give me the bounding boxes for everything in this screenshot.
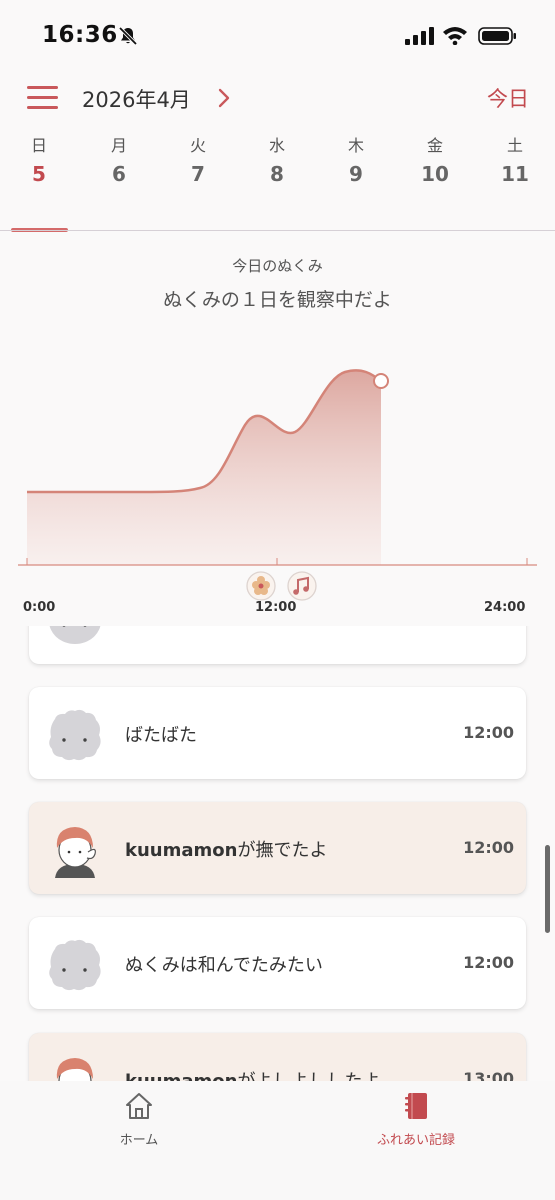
day-of-week: 土 bbox=[506, 136, 523, 155]
day-of-week: 水 bbox=[268, 136, 285, 155]
x-axis-label-start: 0:00 bbox=[23, 600, 56, 615]
day-of-week: 金 bbox=[426, 136, 443, 155]
nav-records[interactable]: ふれあい記録 bbox=[368, 1091, 464, 1148]
status-time: 16:36 bbox=[42, 22, 118, 48]
day-number: 10 bbox=[421, 162, 449, 186]
x-axis-label-mid: 12:00 bbox=[255, 600, 297, 615]
fluffy-creature-icon bbox=[49, 626, 101, 644]
timeline-card-human[interactable]: kuumamonがよしよししたよ 13:00 bbox=[29, 1033, 526, 1081]
day-number: 11 bbox=[501, 162, 529, 186]
day-sunday[interactable]: 日 5 bbox=[9, 132, 69, 186]
nav-label: ふれあい記録 bbox=[376, 1133, 455, 1148]
graph-title: ぬくみの１日を観察中だよ bbox=[163, 289, 392, 311]
day-number: 7 bbox=[191, 162, 205, 186]
day-of-week: 火 bbox=[189, 136, 206, 155]
timeline-text: kuumamonが撫でたよ bbox=[125, 836, 327, 862]
graph-subtitle: 今日のぬくみ bbox=[232, 257, 323, 275]
hamburger-menu-icon[interactable] bbox=[27, 86, 58, 110]
user-name: kuumamon bbox=[125, 840, 238, 861]
app-screen: 16:36 2026年4月 今日 日 5 月 6 火 7 水 8 木 9 金 1… bbox=[0, 0, 555, 1200]
music-note-icon bbox=[287, 571, 317, 601]
timeline-time: 12:00 bbox=[463, 953, 514, 972]
day-of-week: 木 bbox=[347, 136, 364, 155]
day-thursday[interactable]: 木 9 bbox=[326, 132, 386, 186]
timeline-text: ばたばた bbox=[125, 725, 197, 746]
app-header: 2026年4月 今日 bbox=[0, 78, 555, 122]
week-strip: 日 5 月 6 火 7 水 8 木 9 金 10 土 11 bbox=[0, 132, 555, 232]
status-bar: 16:36 bbox=[0, 0, 555, 70]
home-icon bbox=[126, 1093, 152, 1119]
user-avatar-icon bbox=[56, 1058, 93, 1081]
timeline-time: 12:00 bbox=[463, 838, 514, 857]
day-number: 6 bbox=[112, 162, 126, 186]
day-saturday[interactable]: 土 11 bbox=[485, 132, 545, 186]
user-avatar-icon bbox=[55, 827, 96, 878]
day-number: 5 bbox=[32, 162, 46, 186]
timeline-time: 12:00 bbox=[463, 723, 514, 742]
fluffy-creature-icon bbox=[49, 709, 101, 761]
day-friday[interactable]: 金 10 bbox=[405, 132, 465, 186]
timeline-text: ぬくみは和んでたみたい bbox=[125, 955, 323, 976]
month-title: 2026年4月 bbox=[82, 88, 191, 112]
x-axis-label-end: 24:00 bbox=[484, 600, 526, 615]
day-wednesday[interactable]: 水 8 bbox=[247, 132, 307, 186]
battery-icon bbox=[478, 27, 516, 45]
timeline-card-human[interactable]: kuumamonが撫でたよ 12:00 bbox=[29, 802, 526, 894]
graph-area bbox=[27, 370, 381, 565]
flower-icon bbox=[246, 571, 276, 601]
day-of-week: 月 bbox=[110, 136, 127, 155]
action-text: がよしよししたよ bbox=[237, 1071, 380, 1081]
day-of-week: 日 bbox=[30, 136, 47, 155]
fluffy-creature-icon bbox=[49, 939, 101, 991]
bell-muted-icon bbox=[118, 26, 138, 46]
day-number: 9 bbox=[349, 162, 363, 186]
divider bbox=[0, 230, 555, 231]
user-name: kuumamon bbox=[125, 1071, 237, 1081]
timeline-card[interactable] bbox=[29, 626, 526, 664]
today-button[interactable]: 今日 bbox=[487, 83, 529, 113]
timeline-time: 13:00 bbox=[463, 1069, 514, 1081]
timeline-text: kuumamonがよしよししたよ bbox=[125, 1067, 381, 1081]
current-point bbox=[373, 373, 389, 389]
bottom-navigation: ホーム ふれあい記録 bbox=[0, 1081, 555, 1200]
nav-home[interactable]: ホーム bbox=[108, 1091, 170, 1148]
warmth-graph bbox=[18, 369, 537, 601]
timeline-list[interactable]: ばたばた 12:00 kuumamonが撫でたよ 12:00 ぬくみは和んでたみ… bbox=[0, 626, 555, 1081]
day-tuesday[interactable]: 火 7 bbox=[168, 132, 228, 186]
notebook-icon bbox=[405, 1093, 427, 1119]
timeline-card[interactable]: ばたばた 12:00 bbox=[29, 687, 526, 779]
day-monday[interactable]: 月 6 bbox=[89, 132, 149, 186]
day-number: 8 bbox=[270, 162, 284, 186]
action-text: が撫でたよ bbox=[237, 840, 328, 861]
nav-label: ホーム bbox=[119, 1133, 159, 1148]
wifi-icon bbox=[443, 27, 467, 45]
timeline-card[interactable]: ぬくみは和んでたみたい 12:00 bbox=[29, 917, 526, 1009]
chevron-right-icon[interactable] bbox=[214, 86, 234, 110]
cellular-signal-icon bbox=[405, 27, 434, 45]
scrollbar-thumb[interactable] bbox=[545, 845, 550, 933]
